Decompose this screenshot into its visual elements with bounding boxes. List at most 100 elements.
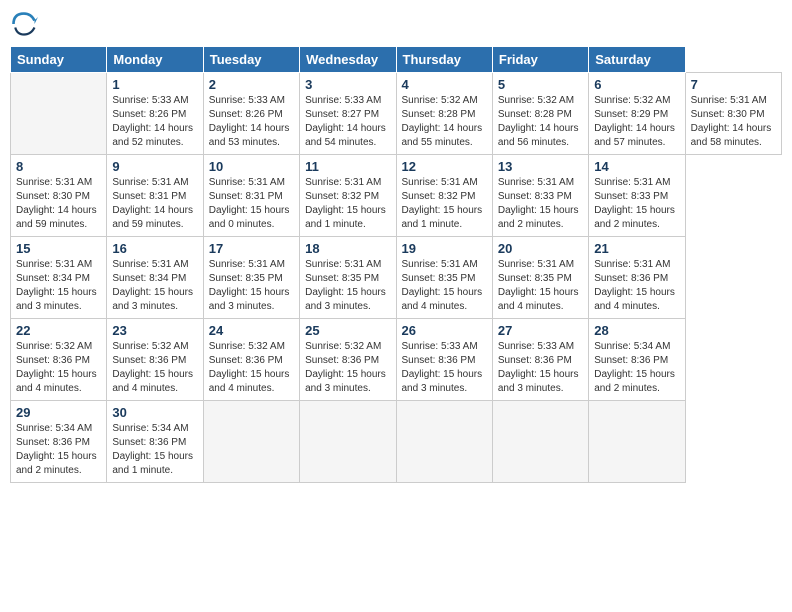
calendar-day: 26 Sunrise: 5:33 AMSunset: 8:36 PMDaylig… (396, 319, 492, 401)
day-info: Sunrise: 5:31 AMSunset: 8:35 PMDaylight:… (305, 258, 390, 314)
calendar-day: 27 Sunrise: 5:33 AMSunset: 8:36 PMDaylig… (492, 319, 588, 401)
empty-cell (11, 73, 107, 155)
day-number: 25 (305, 323, 390, 338)
calendar-week-row: 8 Sunrise: 5:31 AMSunset: 8:30 PMDayligh… (11, 155, 782, 237)
weekday-header: Wednesday (300, 47, 396, 73)
calendar-day: 14 Sunrise: 5:31 AMSunset: 8:33 PMDaylig… (589, 155, 685, 237)
calendar-week-row: 29 Sunrise: 5:34 AMSunset: 8:36 PMDaylig… (11, 401, 782, 483)
day-info: Sunrise: 5:32 AMSunset: 8:29 PMDaylight:… (594, 94, 679, 150)
calendar-day: 28 Sunrise: 5:34 AMSunset: 8:36 PMDaylig… (589, 319, 685, 401)
day-info: Sunrise: 5:31 AMSunset: 8:32 PMDaylight:… (402, 176, 487, 232)
day-number: 4 (402, 77, 487, 92)
weekday-header: Sunday (11, 47, 107, 73)
day-number: 27 (498, 323, 583, 338)
calendar: SundayMondayTuesdayWednesdayThursdayFrid… (10, 46, 782, 483)
day-number: 23 (112, 323, 197, 338)
day-info: Sunrise: 5:31 AMSunset: 8:31 PMDaylight:… (112, 176, 197, 232)
day-info: Sunrise: 5:31 AMSunset: 8:34 PMDaylight:… (16, 258, 101, 314)
calendar-day: 29 Sunrise: 5:34 AMSunset: 8:36 PMDaylig… (11, 401, 107, 483)
calendar-day: 8 Sunrise: 5:31 AMSunset: 8:30 PMDayligh… (11, 155, 107, 237)
day-info: Sunrise: 5:31 AMSunset: 8:34 PMDaylight:… (112, 258, 197, 314)
empty-cell (300, 401, 396, 483)
page: SundayMondayTuesdayWednesdayThursdayFrid… (0, 0, 792, 612)
day-number: 7 (691, 77, 776, 92)
day-number: 1 (112, 77, 197, 92)
calendar-week-row: 1 Sunrise: 5:33 AMSunset: 8:26 PMDayligh… (11, 73, 782, 155)
day-info: Sunrise: 5:33 AMSunset: 8:36 PMDaylight:… (402, 340, 487, 396)
day-number: 22 (16, 323, 101, 338)
calendar-day: 5 Sunrise: 5:32 AMSunset: 8:28 PMDayligh… (492, 73, 588, 155)
day-info: Sunrise: 5:33 AMSunset: 8:36 PMDaylight:… (498, 340, 583, 396)
day-info: Sunrise: 5:31 AMSunset: 8:30 PMDaylight:… (691, 94, 776, 150)
calendar-day: 11 Sunrise: 5:31 AMSunset: 8:32 PMDaylig… (300, 155, 396, 237)
weekday-header: Saturday (589, 47, 685, 73)
day-info: Sunrise: 5:32 AMSunset: 8:28 PMDaylight:… (498, 94, 583, 150)
day-info: Sunrise: 5:31 AMSunset: 8:35 PMDaylight:… (402, 258, 487, 314)
calendar-day: 13 Sunrise: 5:31 AMSunset: 8:33 PMDaylig… (492, 155, 588, 237)
day-number: 17 (209, 241, 294, 256)
day-number: 26 (402, 323, 487, 338)
day-number: 19 (402, 241, 487, 256)
calendar-day: 4 Sunrise: 5:32 AMSunset: 8:28 PMDayligh… (396, 73, 492, 155)
weekday-header: Tuesday (203, 47, 299, 73)
calendar-day: 18 Sunrise: 5:31 AMSunset: 8:35 PMDaylig… (300, 237, 396, 319)
calendar-day: 25 Sunrise: 5:32 AMSunset: 8:36 PMDaylig… (300, 319, 396, 401)
day-info: Sunrise: 5:31 AMSunset: 8:35 PMDaylight:… (209, 258, 294, 314)
logo (10, 10, 42, 38)
weekday-header: Monday (107, 47, 203, 73)
day-number: 28 (594, 323, 679, 338)
day-number: 20 (498, 241, 583, 256)
calendar-day: 12 Sunrise: 5:31 AMSunset: 8:32 PMDaylig… (396, 155, 492, 237)
calendar-week-row: 22 Sunrise: 5:32 AMSunset: 8:36 PMDaylig… (11, 319, 782, 401)
day-number: 30 (112, 405, 197, 420)
calendar-header-row: SundayMondayTuesdayWednesdayThursdayFrid… (11, 47, 782, 73)
day-info: Sunrise: 5:31 AMSunset: 8:32 PMDaylight:… (305, 176, 390, 232)
day-info: Sunrise: 5:33 AMSunset: 8:26 PMDaylight:… (209, 94, 294, 150)
day-info: Sunrise: 5:33 AMSunset: 8:26 PMDaylight:… (112, 94, 197, 150)
calendar-day: 22 Sunrise: 5:32 AMSunset: 8:36 PMDaylig… (11, 319, 107, 401)
day-number: 10 (209, 159, 294, 174)
day-info: Sunrise: 5:32 AMSunset: 8:36 PMDaylight:… (305, 340, 390, 396)
calendar-day: 1 Sunrise: 5:33 AMSunset: 8:26 PMDayligh… (107, 73, 203, 155)
empty-cell (396, 401, 492, 483)
day-number: 16 (112, 241, 197, 256)
day-info: Sunrise: 5:32 AMSunset: 8:36 PMDaylight:… (16, 340, 101, 396)
weekday-header: Thursday (396, 47, 492, 73)
day-number: 18 (305, 241, 390, 256)
day-number: 6 (594, 77, 679, 92)
weekday-header: Friday (492, 47, 588, 73)
calendar-day: 15 Sunrise: 5:31 AMSunset: 8:34 PMDaylig… (11, 237, 107, 319)
day-info: Sunrise: 5:33 AMSunset: 8:27 PMDaylight:… (305, 94, 390, 150)
calendar-day: 10 Sunrise: 5:31 AMSunset: 8:31 PMDaylig… (203, 155, 299, 237)
calendar-day: 23 Sunrise: 5:32 AMSunset: 8:36 PMDaylig… (107, 319, 203, 401)
day-number: 14 (594, 159, 679, 174)
day-number: 3 (305, 77, 390, 92)
day-info: Sunrise: 5:34 AMSunset: 8:36 PMDaylight:… (16, 422, 101, 478)
day-number: 12 (402, 159, 487, 174)
day-number: 5 (498, 77, 583, 92)
calendar-day: 21 Sunrise: 5:31 AMSunset: 8:36 PMDaylig… (589, 237, 685, 319)
day-number: 29 (16, 405, 101, 420)
day-info: Sunrise: 5:31 AMSunset: 8:35 PMDaylight:… (498, 258, 583, 314)
calendar-day: 19 Sunrise: 5:31 AMSunset: 8:35 PMDaylig… (396, 237, 492, 319)
logo-icon (10, 10, 38, 38)
day-number: 2 (209, 77, 294, 92)
day-info: Sunrise: 5:31 AMSunset: 8:31 PMDaylight:… (209, 176, 294, 232)
day-number: 9 (112, 159, 197, 174)
day-info: Sunrise: 5:31 AMSunset: 8:30 PMDaylight:… (16, 176, 101, 232)
empty-cell (203, 401, 299, 483)
day-number: 24 (209, 323, 294, 338)
calendar-day: 9 Sunrise: 5:31 AMSunset: 8:31 PMDayligh… (107, 155, 203, 237)
day-info: Sunrise: 5:34 AMSunset: 8:36 PMDaylight:… (112, 422, 197, 478)
day-number: 21 (594, 241, 679, 256)
calendar-day: 7 Sunrise: 5:31 AMSunset: 8:30 PMDayligh… (685, 73, 781, 155)
calendar-day: 30 Sunrise: 5:34 AMSunset: 8:36 PMDaylig… (107, 401, 203, 483)
day-info: Sunrise: 5:32 AMSunset: 8:28 PMDaylight:… (402, 94, 487, 150)
calendar-week-row: 15 Sunrise: 5:31 AMSunset: 8:34 PMDaylig… (11, 237, 782, 319)
day-number: 8 (16, 159, 101, 174)
day-info: Sunrise: 5:32 AMSunset: 8:36 PMDaylight:… (209, 340, 294, 396)
day-info: Sunrise: 5:31 AMSunset: 8:33 PMDaylight:… (594, 176, 679, 232)
day-number: 13 (498, 159, 583, 174)
day-info: Sunrise: 5:32 AMSunset: 8:36 PMDaylight:… (112, 340, 197, 396)
day-number: 11 (305, 159, 390, 174)
